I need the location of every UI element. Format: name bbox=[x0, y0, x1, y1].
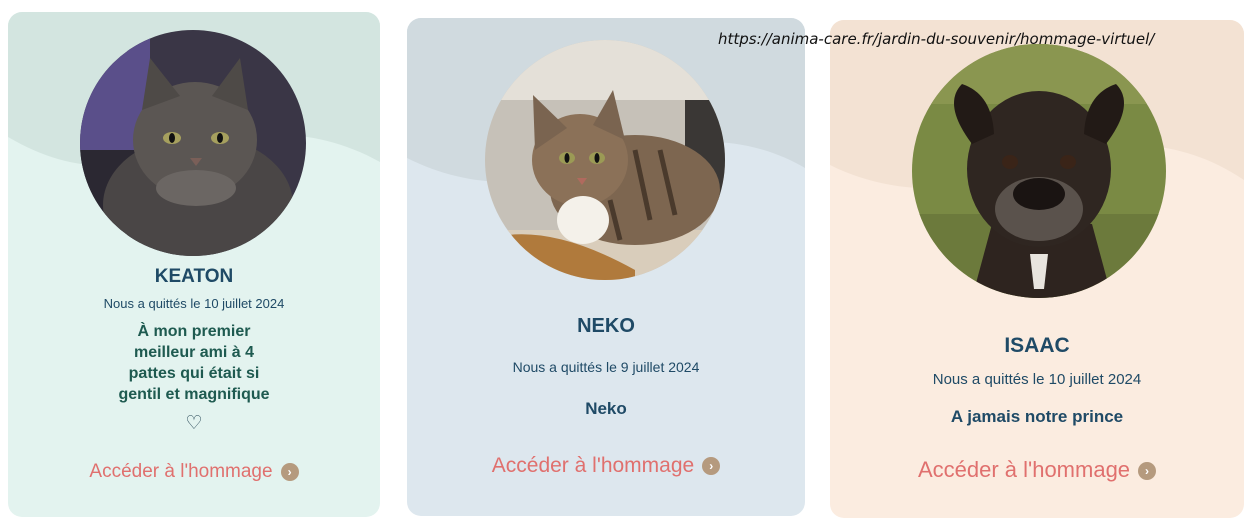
pet-name: NEKO bbox=[577, 315, 635, 337]
source-url-caption: https://anima-care.fr/jardin-du-souvenir… bbox=[718, 30, 1155, 48]
chevron-right-icon: › bbox=[1138, 462, 1157, 481]
pet-photo-keaton bbox=[80, 30, 306, 256]
departure-date: Nous a quittés le 9 juillet 2024 bbox=[512, 359, 700, 375]
memorial-card-neko[interactable]: NEKO Nous a quittés le 9 juillet 2024 Ne… bbox=[407, 18, 805, 516]
view-tribute-link[interactable]: Accéder à l'hommage › bbox=[830, 457, 1244, 483]
departure-date: Nous a quittés le 10 juillet 2024 bbox=[932, 371, 1142, 388]
pet-photo-isaac bbox=[912, 44, 1166, 298]
tribute-message: A jamais notre prince bbox=[950, 407, 1124, 426]
heart-icon: ♡ bbox=[185, 413, 203, 434]
memorial-card-isaac[interactable]: ISAAC Nous a quittés le 10 juillet 2024 … bbox=[830, 20, 1244, 518]
pet-photo-neko bbox=[485, 40, 725, 280]
view-tribute-link[interactable]: Accéder à l'hommage › bbox=[407, 454, 805, 478]
pet-name: ISAAC bbox=[1004, 334, 1070, 357]
memorial-card-keaton[interactable]: KEATON Nous a quittés le 10 juillet 2024… bbox=[8, 12, 380, 517]
tribute-message: Neko bbox=[585, 399, 627, 418]
tribute-message: À mon premier meilleur ami à 4 pattes qu… bbox=[118, 323, 270, 403]
pet-name: KEATON bbox=[154, 266, 234, 287]
chevron-right-icon: › bbox=[702, 457, 721, 476]
departure-date: Nous a quittés le 10 juillet 2024 bbox=[103, 296, 285, 311]
chevron-right-icon: › bbox=[280, 462, 299, 481]
view-tribute-link[interactable]: Accéder à l'hommage › bbox=[8, 461, 380, 483]
